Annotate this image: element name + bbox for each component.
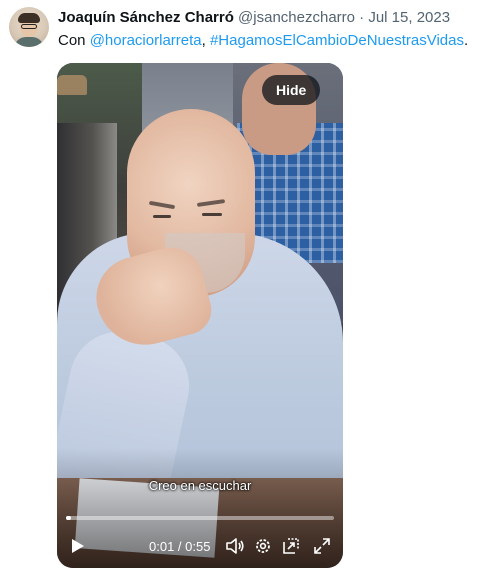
tweet-header: Joaquín Sánchez Charró @jsanchezcharro ·…	[58, 8, 450, 28]
tweet-date[interactable]: Jul 15, 2023	[368, 9, 450, 26]
settings-icon[interactable]	[252, 535, 274, 557]
author-handle[interactable]: @jsanchezcharro	[238, 9, 355, 26]
video-progress-bar[interactable]	[66, 516, 334, 520]
tweet-text-separator: ,	[201, 32, 210, 49]
current-time: 0:01	[149, 539, 175, 554]
author-name[interactable]: Joaquín Sánchez Charró	[58, 9, 234, 26]
author-avatar[interactable]	[9, 7, 49, 47]
tweet-text-prefix: Con	[58, 32, 90, 49]
volume-icon[interactable]	[224, 535, 246, 557]
fullscreen-icon[interactable]	[311, 535, 333, 557]
meta-separator: ·	[355, 9, 369, 26]
hide-button[interactable]: Hide	[262, 75, 321, 105]
tweet-text-suffix: .	[463, 32, 469, 49]
video-progress-fill	[66, 516, 72, 520]
video-caption: Creo en escuchar	[148, 478, 252, 493]
tweet-text: Con @horaciorlarreta, #HagamosElCambioDe…	[58, 31, 468, 51]
video-controls: 0:01 / 0:55	[57, 533, 343, 561]
video-time: 0:01 / 0:55	[149, 539, 210, 554]
picture-in-picture-icon[interactable]	[280, 535, 302, 557]
video-duration: 0:55	[185, 539, 211, 554]
time-separator: /	[174, 539, 186, 554]
hashtag-link[interactable]: #HagamosElCambioDeNuestrasVidas	[210, 32, 464, 49]
video-player[interactable]: Hide Creo en escuchar 0:01 / 0:55	[57, 63, 343, 568]
play-icon[interactable]	[67, 535, 89, 557]
mention-link[interactable]: @horaciorlarreta	[90, 32, 202, 49]
